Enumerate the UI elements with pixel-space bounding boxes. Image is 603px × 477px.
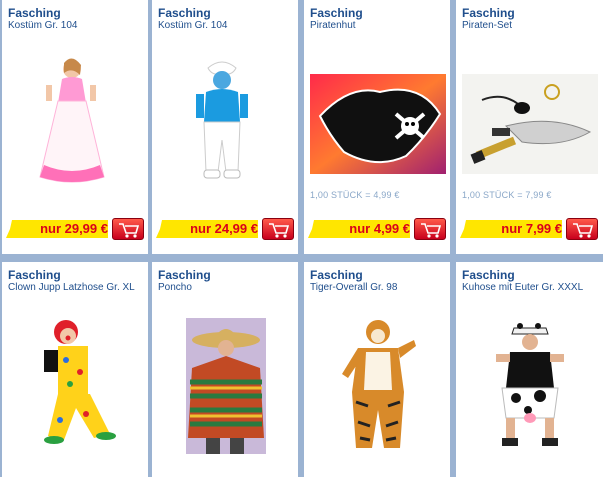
product-name[interactable]: Kostüm Gr. 104 — [158, 20, 227, 31]
product-name[interactable]: Clown Jupp Latzhose Gr. XL — [8, 282, 135, 293]
add-to-cart-button[interactable] — [262, 218, 294, 240]
price-label: nur 7,99 € — [501, 221, 562, 236]
add-to-cart-button[interactable] — [566, 218, 598, 240]
unit-price-text: 1,00 STÜCK = 7,99 € — [462, 190, 552, 200]
shopping-cart-icon — [573, 223, 594, 238]
product-category: Fasching — [158, 268, 211, 282]
product-name[interactable]: Poncho — [158, 282, 192, 293]
product-name[interactable]: Piraten-Set — [462, 20, 512, 31]
product-category: Fasching — [8, 6, 61, 20]
product-category: Fasching — [462, 6, 515, 20]
product-card[interactable]: Fasching Kostüm Gr. 104 nur 24,99 € — [152, 0, 298, 254]
product-category: Fasching — [158, 6, 211, 20]
price-label: nur 29,99 € — [40, 221, 108, 236]
price-tag: nur 7,99 € — [460, 218, 598, 240]
smurf-costume-image[interactable] — [192, 60, 252, 185]
product-category: Fasching — [462, 268, 515, 282]
clown-costume-image[interactable] — [30, 316, 126, 446]
shopping-cart-icon — [119, 223, 140, 238]
pirate-hat-image[interactable] — [310, 74, 446, 174]
product-grid: Fasching Kostüm Gr. 104 nur 29,99 € Fasc… — [0, 0, 603, 477]
product-category: Fasching — [310, 6, 363, 20]
shopping-cart-icon — [421, 223, 442, 238]
product-name[interactable]: Kostüm Gr. 104 — [8, 20, 77, 31]
product-category: Fasching — [310, 268, 363, 282]
price-tag: nur 24,99 € — [156, 218, 294, 240]
tiger-overall-image[interactable] — [338, 318, 418, 454]
poncho-image[interactable] — [186, 318, 266, 454]
product-name[interactable]: Kuhose mit Euter Gr. XXXL — [462, 282, 583, 293]
price-label: nur 24,99 € — [190, 221, 258, 236]
product-card[interactable]: Fasching Piratenhut 1,00 STÜCK = 4,99 € … — [304, 0, 450, 254]
add-to-cart-button[interactable] — [414, 218, 446, 240]
unit-price-text: 1,00 STÜCK = 4,99 € — [310, 190, 400, 200]
product-card[interactable]: Fasching Poncho — [152, 262, 298, 477]
pirate-set-image[interactable] — [462, 74, 598, 174]
product-card[interactable]: Fasching Clown Jupp Latzhose Gr. XL — [2, 262, 148, 477]
price-tag: nur 29,99 € — [6, 218, 144, 240]
product-category: Fasching — [8, 268, 61, 282]
price-tag: nur 4,99 € — [308, 218, 446, 240]
price-label: nur 4,99 € — [349, 221, 410, 236]
cow-costume-image[interactable] — [490, 318, 570, 448]
shopping-cart-icon — [269, 223, 290, 238]
product-name[interactable]: Piratenhut — [310, 20, 356, 31]
princess-costume-image[interactable] — [30, 55, 110, 185]
add-to-cart-button[interactable] — [112, 218, 144, 240]
product-card[interactable]: Fasching Kostüm Gr. 104 nur 29,99 € — [2, 0, 148, 254]
product-card[interactable]: Fasching Tiger-Overall Gr. 98 — [304, 262, 450, 477]
product-card[interactable]: Fasching Piraten-Set 1,00 STÜCK = 7,99 €… — [456, 0, 603, 254]
product-name[interactable]: Tiger-Overall Gr. 98 — [310, 282, 397, 293]
product-card[interactable]: Fasching Kuhose mit Euter Gr. XXXL — [456, 262, 603, 477]
